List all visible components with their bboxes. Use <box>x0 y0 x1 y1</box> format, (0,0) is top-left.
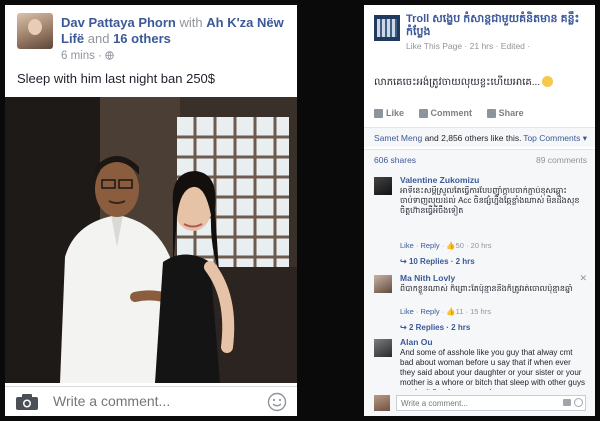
commenter-name[interactable]: Valentine Zukomizu <box>400 175 479 185</box>
tagged-others[interactable]: 16 others <box>113 31 171 46</box>
comment-like-count: 11 <box>455 307 464 316</box>
author-avatar[interactable] <box>17 13 53 49</box>
comment-reply-link[interactable]: Reply <box>420 307 439 316</box>
post-actions: Like Comment Share <box>374 108 536 120</box>
comment-like-count: 50 <box>455 241 464 250</box>
likes-rest: and 2,856 others like this. <box>424 133 522 143</box>
post-photo[interactable] <box>5 97 297 383</box>
mobile-post: Dav Pattaya Phorn with Ah K'za Nëw Lifë … <box>5 5 297 416</box>
globe-icon <box>105 51 114 60</box>
comment-meta: Like · Reply · 👍11 · 15 hrs <box>400 307 491 316</box>
comment-text: ពិបាកខ្លួនណាស់ ក៏ព្រោះតែប៉ុន្មាននឹងក៏ត្រ… <box>400 284 573 293</box>
page-name[interactable]: Troll សង្ខេប កំសាន្តជាមួយគំនិតមាន​ គន្លឹ… <box>406 13 592 39</box>
comment-text: And some of asshole like you guy that al… <box>400 348 585 390</box>
comment-like-link[interactable]: Like <box>400 241 414 250</box>
comment-input[interactable] <box>53 393 253 409</box>
write-comment-bar <box>374 395 587 411</box>
smiley-icon[interactable] <box>267 392 287 412</box>
share-arrow-icon <box>486 108 496 118</box>
comment-time: 20 hrs <box>470 241 492 250</box>
shares-count[interactable]: 606 shares <box>374 155 416 165</box>
page-post-body: លាភ​គេ​ចេះ​អង់​ត្រូវ​ចាយ​លុយ​ខ្លះ​ហើយ​អា… <box>374 77 541 88</box>
comment-text: អាទីនេះសម្ដីស្រួលតែធ្វើការបែប​ញ៉ាំក្តាប​… <box>400 186 580 215</box>
laughing-emoji-icon <box>542 76 554 87</box>
commenter-name[interactable]: Alan Ou <box>400 337 433 347</box>
replies-label: 2 Replies · 2 hrs <box>408 323 471 332</box>
reply-arrow-icon: ↪ <box>400 323 409 332</box>
comment-item: Valentine Zukomizu អាទីនេះសម្ដីស្រួលតែធ្… <box>374 175 589 273</box>
author-name[interactable]: Dav Pattaya Phorn <box>61 15 176 30</box>
comment-bubble-icon <box>418 108 428 118</box>
comment-time: 15 hrs <box>470 307 491 316</box>
commenter-name[interactable]: Ma Nith Lovly <box>400 273 455 283</box>
likes-summary: Samet Meng and 2,856 others like this. <box>374 133 521 143</box>
with-word: with <box>179 15 203 30</box>
view-replies-link[interactable]: ↪ 2 Replies · 2 hrs <box>400 323 470 332</box>
thumbs-up-icon <box>374 108 383 118</box>
comments-list: Valentine Zukomizu អាទីនេះសម្ដីស្រួលតែធ្… <box>364 169 595 416</box>
and-word: and <box>87 31 110 46</box>
share-action[interactable]: Share <box>486 108 524 118</box>
thumbs-up-icon: 👍 <box>446 241 456 250</box>
commenter-avatar[interactable] <box>374 177 392 195</box>
view-replies-link[interactable]: ↪ 10 Replies · 2 hrs <box>400 257 475 266</box>
liker-name[interactable]: Samet Meng <box>374 133 422 143</box>
reply-arrow-icon: ↪ <box>400 257 409 266</box>
post-time[interactable]: 6 mins <box>61 50 95 62</box>
comment-reply-link[interactable]: Reply <box>420 241 439 250</box>
write-comment-input[interactable] <box>396 395 586 411</box>
camera-icon[interactable] <box>563 399 571 406</box>
commenter-avatar[interactable] <box>374 275 392 293</box>
like-action[interactable]: Like <box>374 108 404 118</box>
page-post-text: លាភ​គេ​ចេះ​អង់​ត្រូវ​ចាយ​លុយ​ខ្លះ​ហើយ​អា… <box>374 75 554 90</box>
likes-row: Samet Meng and 2,856 others like this. T… <box>364 127 595 147</box>
smiley-icon[interactable] <box>574 398 583 407</box>
comment-item: Alan Ou And some of asshole like you guy… <box>374 337 589 391</box>
comment-bar <box>5 386 297 416</box>
author-line: Dav Pattaya Phorn with Ah K'za Nëw Lifë … <box>61 15 289 47</box>
thumbs-up-icon: 👍 <box>446 307 456 316</box>
comment-action[interactable]: Comment <box>418 108 473 118</box>
commenter-avatar[interactable] <box>374 339 392 357</box>
comment-like-link[interactable]: Like <box>400 307 414 316</box>
comment-meta: Like · Reply · 👍50 · 20 hrs <box>400 241 492 250</box>
post-meta: 6 mins · <box>61 50 114 62</box>
shares-row: 606 shares 89 comments <box>364 149 595 169</box>
comment-item: Ma Nith Lovly ✕ ពិបាកខ្លួនណាស់ ក៏ព្រោះតែ… <box>374 273 589 337</box>
post-header: Dav Pattaya Phorn with Ah K'za Nëw Lifë … <box>5 5 297 95</box>
top-comments-dropdown[interactable]: Top Comments ▾ <box>523 133 587 144</box>
comment-label: Comment <box>430 108 473 118</box>
close-icon[interactable]: ✕ <box>579 273 587 284</box>
page-avatar[interactable] <box>374 15 400 41</box>
like-label: Like <box>386 108 405 118</box>
comments-count: 89 comments <box>535 155 587 165</box>
desktop-post: Troll សង្ខេប កំសាន្តជាមួយគំនិតមាន​ គន្លឹ… <box>364 5 595 416</box>
replies-label: 10 Replies · 2 hrs <box>408 257 475 266</box>
page-meta: Like This Page · 21 hrs · Edited · <box>406 41 531 51</box>
camera-icon[interactable] <box>15 393 39 411</box>
viewer-avatar <box>374 395 390 411</box>
share-label: Share <box>498 108 524 118</box>
status-text: Sleep with him last night ban 250$ <box>17 71 216 86</box>
